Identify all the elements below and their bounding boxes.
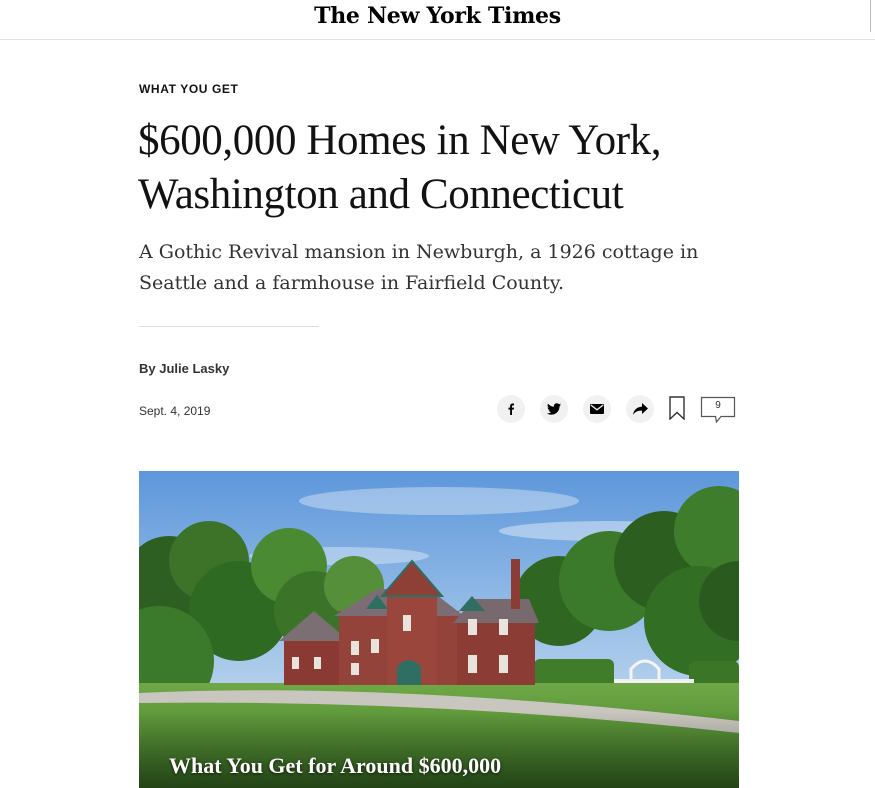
hero-image — [139, 471, 739, 788]
article-headline: $600,000 Homes in New York, Washington a… — [138, 114, 778, 222]
hero-caption[interactable]: What You Get for Around $600,000 — [169, 753, 501, 779]
facebook-icon — [508, 403, 514, 415]
bookmark-icon — [669, 396, 685, 420]
hero-slideshow[interactable]: What You Get for Around $600,000 — [139, 471, 739, 788]
twitter-share-button[interactable] — [540, 395, 568, 423]
comment-count: 9 — [715, 400, 721, 411]
email-icon — [590, 404, 604, 414]
headline-line-2: Washington and Connecticut — [138, 171, 624, 218]
masthead: The New York Times — [0, 0, 875, 40]
nyt-logo[interactable]: The New York Times — [0, 3, 875, 29]
publish-date: Sept. 4, 2019 — [139, 404, 211, 418]
headline-line-1: $600,000 Homes in New York, — [138, 117, 662, 164]
scrollbar-edge — [870, 0, 871, 32]
twitter-icon — [547, 403, 561, 415]
email-share-button[interactable] — [583, 395, 611, 423]
byline[interactable]: By Julie Lasky — [139, 361, 229, 376]
summary-line-1: A Gothic Revival mansion in Newburgh, a … — [139, 241, 699, 263]
comments-button[interactable]: 9 — [700, 396, 736, 424]
more-share-button[interactable] — [626, 395, 654, 423]
share-arrow-icon — [632, 403, 648, 415]
article-summary: A Gothic Revival mansion in Newburgh, a … — [139, 237, 739, 299]
article-kicker[interactable]: WHAT YOU GET — [139, 82, 238, 96]
facebook-share-button[interactable] — [497, 395, 525, 423]
save-article-button[interactable] — [668, 395, 686, 421]
summary-line-2: Seattle and a farmhouse in Fairfield Cou… — [139, 272, 565, 294]
summary-divider — [139, 326, 319, 327]
